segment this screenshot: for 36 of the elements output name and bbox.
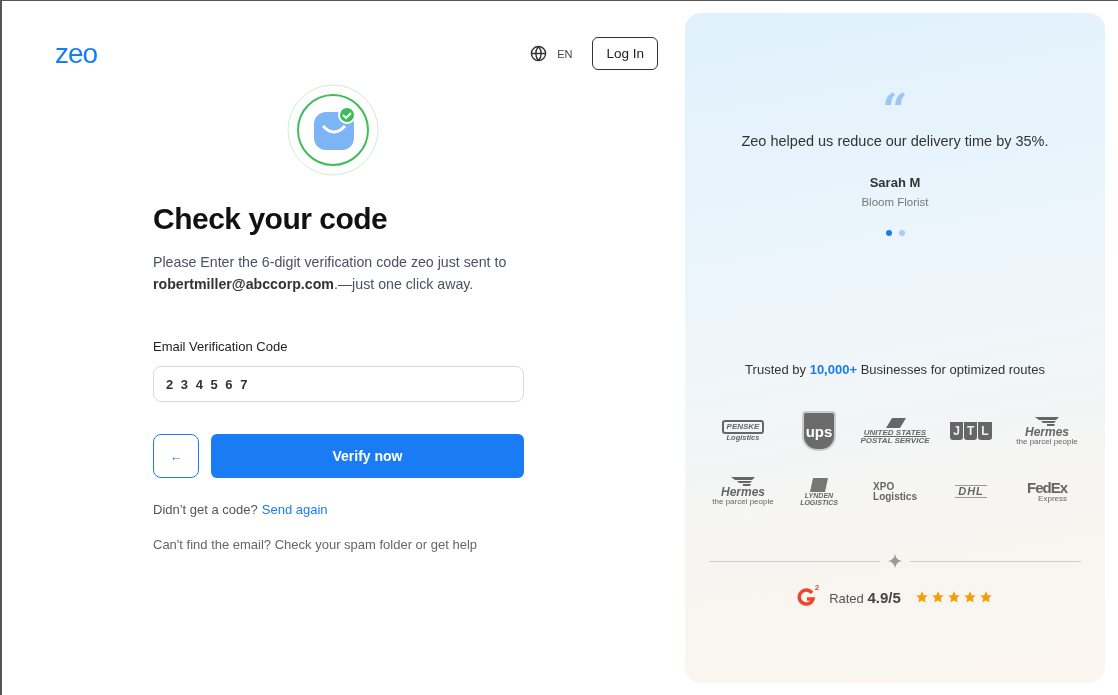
code-input-field[interactable]: 2 3 4 5 6 7 bbox=[153, 366, 524, 402]
author-name: Sarah M bbox=[869, 175, 921, 190]
trusted-text: Trusted by 10,000+ Businesses for optimized routes bbox=[745, 362, 1045, 377]
carousel-dot[interactable] bbox=[885, 230, 892, 236]
send-again-link[interactable]: Send again bbox=[261, 502, 328, 517]
instruction-text: Please Enter the 6-digit verification code zeo just sent to robertmiller@abccorp.com.—just one click away. bbox=[153, 253, 508, 294]
carousel-dot[interactable] bbox=[898, 230, 905, 236]
brand-logo: Hermes the parcel people bbox=[1016, 416, 1078, 446]
star-icon bbox=[962, 590, 977, 604]
brand-logo: ups bbox=[802, 411, 836, 451]
help-text: Can't find the email? Check your spam folder or get help bbox=[153, 537, 479, 552]
quote-mark: “ bbox=[882, 91, 908, 121]
mail-check-icon bbox=[287, 84, 379, 176]
brand-logo: UNITED STATES POSTAL SERVICE bbox=[860, 417, 930, 445]
page-title: Check your code bbox=[153, 202, 389, 236]
verify-button[interactable]: Verify now bbox=[211, 434, 524, 478]
zeo-logo[interactable]: zeo bbox=[55, 38, 98, 69]
sparkle-icon bbox=[888, 554, 902, 568]
star-icon bbox=[930, 590, 945, 604]
rating-text: Rated 4.9/5 bbox=[829, 588, 901, 606]
language-label[interactable]: EN bbox=[557, 47, 573, 60]
author-company: Bloom Florist bbox=[861, 196, 929, 208]
star-icon bbox=[946, 590, 961, 604]
brand-logo: DHL bbox=[955, 485, 987, 498]
globe-icon[interactable] bbox=[530, 45, 548, 62]
star-icon bbox=[914, 590, 929, 604]
field-label: Email Verification Code bbox=[153, 339, 289, 354]
brand-logo: XPO Logistics bbox=[873, 481, 917, 502]
brand-logo: Hermes the parcel people bbox=[712, 477, 774, 506]
testimonial-quote: Zeo helped us reduce our delivery time by 35%. bbox=[741, 133, 1049, 149]
star-icon bbox=[978, 590, 993, 604]
resend-prompt: Didn’t get a code? bbox=[153, 502, 258, 517]
brand-logo: FedEx Express bbox=[1027, 480, 1067, 503]
back-button[interactable]: ← bbox=[153, 434, 199, 478]
login-button[interactable]: Log In bbox=[592, 37, 658, 70]
brand-logo: J T L bbox=[950, 422, 992, 440]
